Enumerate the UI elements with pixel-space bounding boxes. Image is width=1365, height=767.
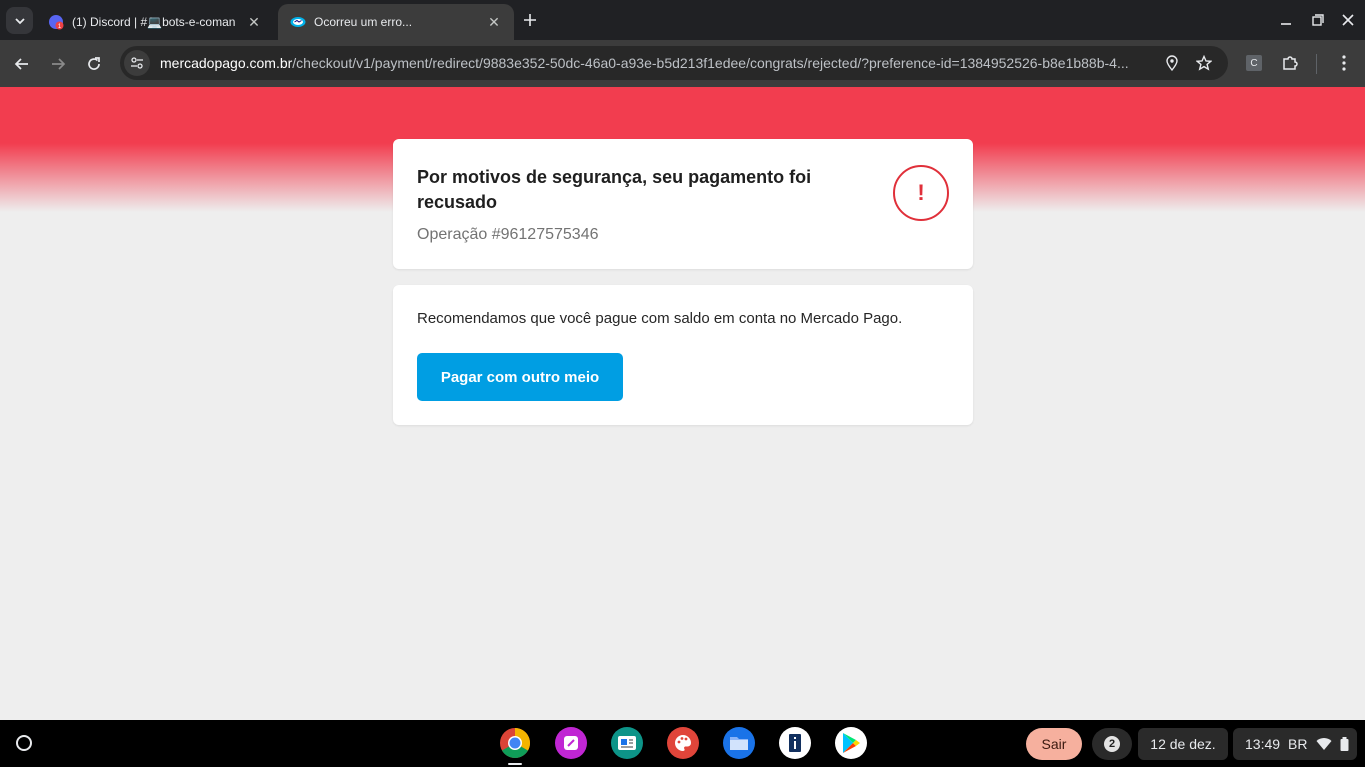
app-i-icon — [789, 734, 801, 752]
clock: 13:49 — [1245, 736, 1281, 752]
shelf-app-i[interactable] — [779, 727, 811, 759]
plus-icon — [524, 14, 536, 26]
tab-strip: 1 (1) Discord | #💻bots-e-coman ✕ Ocorreu… — [0, 0, 1365, 40]
minimize-icon — [1281, 23, 1291, 25]
input-method: BR — [1288, 736, 1308, 752]
browser-toolbar: mercadopago.com.br/checkout/v1/payment/r… — [0, 40, 1365, 87]
error-glyph: ! — [917, 180, 925, 205]
close-icon — [1342, 14, 1354, 26]
battery-icon — [1340, 737, 1348, 751]
site-info-button[interactable] — [124, 50, 150, 76]
chrome-icon — [500, 728, 531, 759]
arrow-left-icon — [14, 58, 28, 70]
mercadopago-icon — [290, 17, 306, 27]
notifications-button[interactable]: 2 — [1092, 728, 1132, 760]
menu-button[interactable] — [1334, 53, 1354, 73]
extensions-button[interactable] — [1280, 53, 1300, 73]
tab-title: (1) Discord | #💻bots-e-coman — [72, 15, 236, 29]
date-button[interactable]: 12 de dez. — [1138, 728, 1228, 760]
shelf-app-canvas[interactable] — [555, 727, 587, 759]
url-text[interactable]: mercadopago.com.br/checkout/v1/payment/r… — [160, 55, 1150, 71]
location-button[interactable] — [1162, 53, 1182, 73]
new-tab-button[interactable] — [520, 10, 540, 30]
discord-icon: 1 — [49, 15, 64, 30]
close-window-button[interactable] — [1338, 10, 1358, 30]
address-bar[interactable]: mercadopago.com.br/checkout/v1/payment/r… — [120, 46, 1228, 80]
sign-out-button[interactable]: Sair — [1026, 728, 1082, 760]
shelf-app-palette[interactable] — [667, 727, 699, 759]
extension-c-icon: C — [1246, 55, 1262, 71]
back-button[interactable] — [10, 52, 34, 76]
forward-button[interactable] — [46, 52, 70, 76]
location-pin-icon — [1166, 55, 1178, 71]
classroom-icon — [618, 736, 636, 750]
minimize-button[interactable] — [1276, 10, 1296, 30]
extension-c-button[interactable]: C — [1244, 53, 1264, 73]
status-tray[interactable]: 13:49 BR — [1233, 728, 1357, 760]
shelf-app-files[interactable] — [723, 727, 755, 759]
shelf-app-play-store[interactable] — [835, 727, 867, 759]
launcher-button[interactable] — [8, 727, 40, 759]
notification-count: 2 — [1104, 736, 1120, 752]
toolbar-divider — [1316, 54, 1317, 74]
more-vert-icon — [1342, 55, 1346, 71]
close-icon[interactable]: ✕ — [246, 14, 262, 30]
error-icon: ! — [893, 165, 949, 221]
os-shelf: Sair 2 12 de dez. 13:49 BR — [0, 720, 1365, 767]
tune-icon — [131, 57, 143, 69]
active-app-indicator — [508, 763, 522, 765]
page-content: Por motivos de segurança, seu pagamento … — [0, 87, 1365, 720]
close-icon[interactable]: ✕ — [486, 14, 502, 30]
url-host: mercadopago.com.br — [160, 55, 293, 71]
reload-icon — [88, 57, 100, 70]
arrow-right-icon — [52, 58, 66, 70]
play-store-icon — [843, 733, 860, 753]
recommendation-text: Recomendamos que você pague com saldo em… — [417, 310, 903, 327]
tab-discord[interactable]: 1 (1) Discord | #💻bots-e-coman ✕ — [36, 4, 274, 40]
shelf-app-classroom[interactable] — [611, 727, 643, 759]
payment-status-card: Por motivos de segurança, seu pagamento … — [393, 139, 973, 269]
restore-button[interactable] — [1308, 10, 1328, 30]
wifi-icon — [1316, 738, 1331, 750]
restore-icon — [1312, 14, 1324, 26]
files-icon — [730, 737, 748, 750]
star-icon — [1196, 55, 1212, 71]
canvas-icon — [564, 736, 578, 750]
tab-title: Ocorreu um erro... — [314, 15, 413, 29]
chevron-down-icon — [14, 17, 25, 24]
tab-search-button[interactable] — [6, 7, 33, 34]
status-title: Por motivos de segurança, seu pagamento … — [417, 167, 812, 212]
pay-other-method-button[interactable]: Pagar com outro meio — [417, 353, 623, 401]
palette-icon — [675, 735, 691, 751]
shelf-app-chrome[interactable] — [499, 727, 531, 759]
puzzle-icon — [1283, 56, 1298, 70]
operation-number: Operação #96127575346 — [417, 226, 599, 243]
bookmark-button[interactable] — [1194, 53, 1214, 73]
tab-mercadopago[interactable]: Ocorreu um erro... ✕ — [278, 4, 514, 40]
url-path: /checkout/v1/payment/redirect/9883e352-5… — [292, 55, 1129, 71]
launcher-icon — [16, 735, 32, 751]
reload-button[interactable] — [82, 52, 106, 76]
recommendation-card: Recomendamos que você pague com saldo em… — [393, 285, 973, 425]
